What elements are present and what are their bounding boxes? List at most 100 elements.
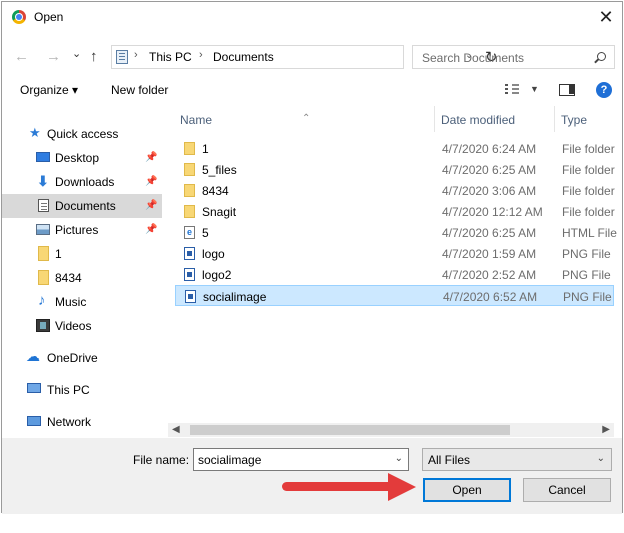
recent-locations-icon[interactable]: ⌄ — [72, 47, 81, 60]
sidebar-item-folder-1[interactable]: 1 — [2, 242, 162, 266]
column-header-name[interactable]: Name ⌃ — [168, 106, 434, 134]
file-row[interactable]: 1 4/7/2020 6:24 AM File folder — [175, 138, 615, 159]
document-icon — [38, 199, 49, 212]
annotation-arrow-shaft — [282, 482, 394, 491]
file-list: Name ⌃ Date modified Type 1 4/7/2020 6:2… — [168, 106, 617, 423]
file-type: HTML File — [562, 226, 617, 240]
file-date: 4/7/2020 6:25 AM — [442, 226, 537, 240]
preview-pane-icon[interactable] — [559, 84, 575, 96]
sidebar-item-desktop[interactable]: Desktop 📌 — [2, 146, 162, 170]
title-bar: Open ✕ — [2, 2, 622, 32]
address-bar[interactable]: › This PC › Documents ⌄ ↻ — [111, 45, 498, 69]
sidebar-item-quick-access[interactable]: ★ Quick access — [2, 122, 162, 146]
sidebar-item-pictures[interactable]: Pictures 📌 — [2, 218, 162, 242]
chevron-down-icon[interactable]: ▼ — [530, 84, 539, 94]
folder-icon — [38, 246, 49, 261]
column-header-label: Name — [180, 113, 213, 127]
up-arrow-icon[interactable]: ↑ — [90, 48, 98, 65]
file-name: Snagit — [202, 205, 237, 219]
file-row[interactable]: e 5 4/7/2020 6:25 AM HTML File — [175, 222, 617, 243]
download-icon: ⬇ — [37, 173, 49, 189]
sidebar-item-documents[interactable]: Documents 📌 — [2, 194, 162, 218]
chevron-down-icon[interactable]: ⌄ — [597, 453, 605, 464]
sort-ascending-icon: ⌃ — [302, 113, 311, 124]
file-row[interactable]: 5_files 4/7/2020 6:25 AM File folder — [175, 159, 615, 180]
image-file-icon — [184, 268, 195, 281]
filename-label: File name: — [133, 453, 190, 467]
star-icon: ★ — [29, 125, 41, 140]
file-date: 4/7/2020 6:24 AM — [442, 142, 537, 156]
sidebar-item-this-pc[interactable]: This PC — [2, 378, 162, 402]
file-row[interactable]: logo 4/7/2020 1:59 AM PNG File — [175, 243, 614, 264]
scroll-left-icon[interactable]: ◀ — [172, 424, 180, 435]
file-row[interactable]: logo2 4/7/2020 2:52 AM PNG File — [175, 264, 614, 285]
filter-value: All Files — [428, 453, 471, 467]
horizontal-scrollbar[interactable]: ◀ ▶ — [168, 423, 614, 437]
html-file-icon: e — [184, 226, 195, 239]
desktop-icon — [36, 152, 50, 162]
file-date: 4/7/2020 1:59 AM — [442, 247, 537, 261]
sidebar-item-onedrive[interactable]: ☁ OneDrive — [2, 346, 162, 370]
search-input[interactable]: Search Documents — [412, 45, 615, 69]
filename-field[interactable]: socialimage ⌄ — [193, 448, 409, 471]
file-name: logo — [202, 247, 225, 261]
close-button[interactable]: ✕ — [592, 4, 620, 30]
command-bar: Organize ▾ New folder ▼ ? — [2, 78, 622, 104]
sidebar-item-label: Videos — [55, 319, 92, 333]
image-file-icon — [184, 247, 195, 260]
file-name: logo2 — [202, 268, 232, 282]
file-name: socialimage — [203, 290, 267, 304]
file-date: 4/7/2020 6:25 AM — [442, 163, 537, 177]
organize-button[interactable]: Organize ▾ — [20, 83, 78, 97]
column-header-label: Date modified — [441, 113, 516, 127]
file-type: File folder — [562, 184, 615, 198]
pin-icon[interactable]: 📌 — [145, 224, 157, 235]
forward-arrow-icon[interactable]: → — [46, 48, 61, 65]
column-header-type[interactable]: Type — [555, 106, 615, 134]
scrollbar-thumb[interactable] — [190, 425, 510, 435]
cancel-button[interactable]: Cancel — [523, 478, 611, 502]
folder-icon — [184, 205, 195, 218]
chevron-down-icon[interactable]: ⌄ — [395, 453, 403, 464]
computer-icon — [27, 383, 41, 393]
breadcrumb-this-pc[interactable]: This PC — [149, 50, 192, 64]
column-header-date[interactable]: Date modified — [435, 106, 553, 134]
help-button[interactable]: ? — [596, 82, 612, 98]
search-icon[interactable] — [597, 52, 606, 61]
file-row-selected[interactable]: socialimage 4/7/2020 6:52 AM PNG File — [175, 285, 614, 306]
column-header-label: Type — [561, 113, 588, 127]
open-button[interactable]: Open — [423, 478, 511, 502]
file-type-filter[interactable]: All Files ⌄ — [422, 448, 612, 471]
file-row[interactable]: 8434 4/7/2020 3:06 AM File folder — [175, 180, 615, 201]
scroll-right-icon[interactable]: ▶ — [602, 424, 610, 435]
annotation-arrow-head — [388, 473, 416, 501]
file-name: 5_files — [202, 163, 237, 177]
filename-value[interactable]: socialimage — [198, 453, 261, 467]
sidebar-item-downloads[interactable]: ⬇ Downloads 📌 — [2, 170, 162, 194]
breadcrumb-documents[interactable]: Documents — [213, 50, 274, 64]
cloud-icon: ☁ — [26, 348, 40, 364]
back-arrow-icon[interactable]: ← — [14, 48, 29, 65]
sidebar-item-network[interactable]: Network — [2, 410, 162, 434]
new-folder-button[interactable]: New folder — [111, 83, 168, 97]
video-icon — [36, 319, 50, 332]
breadcrumb-separator[interactable]: › — [134, 49, 138, 61]
file-date: 4/7/2020 2:52 AM — [442, 268, 537, 282]
change-view-icon[interactable] — [505, 84, 519, 95]
sidebar-item-music[interactable]: ♪ Music — [2, 290, 162, 314]
sidebar-item-label: This PC — [47, 383, 90, 397]
file-row[interactable]: Snagit 4/7/2020 12:12 AM File folder — [175, 201, 615, 222]
breadcrumb-separator[interactable]: › — [199, 49, 203, 61]
sidebar-item-videos[interactable]: Videos — [2, 314, 162, 338]
chrome-icon — [12, 10, 26, 24]
sidebar-item-label: Documents — [55, 199, 116, 213]
sidebar-item-label: Network — [47, 415, 92, 429]
dialog-title: Open — [34, 10, 64, 24]
sidebar-item-label: Music — [55, 295, 87, 309]
pin-icon[interactable]: 📌 — [145, 152, 157, 163]
music-icon: ♪ — [38, 292, 46, 309]
sidebar-item-label: OneDrive — [47, 351, 98, 365]
pin-icon[interactable]: 📌 — [145, 176, 157, 187]
pin-icon[interactable]: 📌 — [145, 200, 157, 211]
sidebar-item-folder-8434[interactable]: 8434 — [2, 266, 162, 290]
